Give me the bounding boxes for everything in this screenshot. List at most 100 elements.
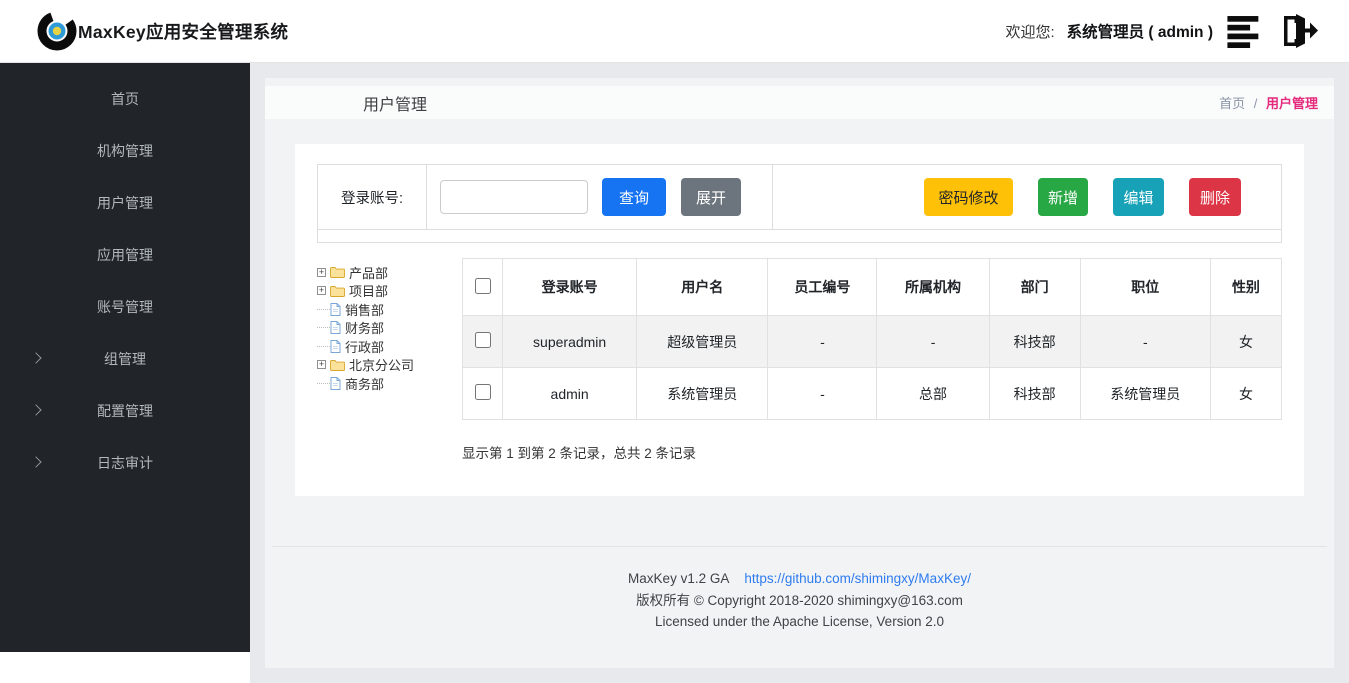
search-row: 登录账号: 查询 展开 密码修改 新增 编辑 删除 — [318, 165, 1281, 229]
plus-expander-icon[interactable] — [317, 360, 326, 369]
tree-node-admin-dept[interactable]: 行政部 — [317, 337, 462, 356]
chevron-right-icon — [30, 352, 41, 363]
main-region: 用户管理 首页 / 用户管理 登录账号: 查询 展开 密码修改 — [250, 63, 1349, 683]
plus-expander-icon[interactable] — [317, 286, 326, 295]
search-input-cell: 查询 展开 — [427, 178, 772, 216]
users-table-area: 登录账号 用户名 员工编号 所属机构 部门 职位 性别 — [462, 258, 1282, 462]
plus-expander-icon[interactable] — [317, 268, 326, 277]
search-toolbar: 登录账号: 查询 展开 密码修改 新增 编辑 删除 — [317, 164, 1282, 243]
select-all-cell — [463, 259, 503, 316]
file-icon — [330, 340, 341, 353]
login-account-input[interactable] — [440, 180, 588, 214]
footer-version-line: MaxKey v1.2 GA https://github.com/shimin… — [265, 568, 1334, 590]
edit-button[interactable]: 编辑 — [1113, 178, 1164, 216]
sidebar-item-users[interactable]: 用户管理 — [0, 177, 250, 229]
page-title: 用户管理 — [363, 91, 427, 115]
tree-connector — [317, 346, 330, 347]
tree-node-label: 商务部 — [345, 374, 384, 393]
sidebar-item-home[interactable]: 首页 — [0, 73, 250, 125]
maxkey-logo-icon — [37, 11, 77, 51]
menu-list-icon[interactable] — [1227, 15, 1267, 48]
app-title: MaxKey应用安全管理系统 — [78, 19, 288, 44]
col-organization: 所属机构 — [877, 259, 989, 316]
sidebar-item-audit[interactable]: 日志审计 — [0, 437, 250, 489]
cell-username: 系统管理员 — [637, 368, 768, 420]
breadcrumb-home-link[interactable]: 首页 — [1219, 96, 1245, 111]
tree-node-product[interactable]: 产品部 — [317, 263, 462, 282]
chevron-right-icon — [30, 404, 41, 415]
cell-position: 系统管理员 — [1080, 368, 1210, 420]
table-row[interactable]: admin 系统管理员 - 总部 科技部 系统管理员 女 — [463, 368, 1282, 420]
sidebar-item-label: 账号管理 — [97, 297, 153, 317]
cell-organization: - — [877, 316, 989, 368]
cell-username: 超级管理员 — [637, 316, 768, 368]
tree-and-table: 产品部 项目部 销售部 — [317, 258, 1282, 462]
tree-node-label: 销售部 — [345, 300, 384, 319]
page-titlebar: 用户管理 首页 / 用户管理 — [265, 86, 1334, 119]
current-user: 系统管理员 ( admin ) — [1067, 20, 1213, 42]
sidebar-item-label: 配置管理 — [97, 401, 153, 421]
sidebar-item-label: 日志审计 — [97, 453, 153, 473]
footer-version: MaxKey v1.2 GA — [628, 571, 729, 586]
tree-connector — [317, 327, 330, 328]
expand-button[interactable]: 展开 — [681, 178, 741, 216]
tree-node-label: 行政部 — [345, 337, 384, 356]
file-icon — [330, 377, 341, 390]
tree-node-beijing-branch[interactable]: 北京分公司 — [317, 356, 462, 375]
file-icon — [330, 303, 341, 316]
cell-login: admin — [503, 368, 637, 420]
folder-icon — [330, 266, 345, 278]
content-card: 登录账号: 查询 展开 密码修改 新增 编辑 删除 — [295, 144, 1304, 496]
sidebar-item-label: 应用管理 — [97, 245, 153, 265]
col-department: 部门 — [989, 259, 1080, 316]
login-account-label: 登录账号: — [318, 165, 427, 229]
users-table: 登录账号 用户名 员工编号 所属机构 部门 职位 性别 — [462, 258, 1282, 420]
cell-login: superadmin — [503, 316, 637, 368]
breadcrumb-separator: / — [1254, 96, 1258, 111]
folder-icon — [330, 285, 345, 297]
select-all-checkbox[interactable] — [475, 278, 491, 294]
sidebar: 首页 机构管理 用户管理 应用管理 账号管理 组管理 配置管理 日志审计 — [0, 63, 250, 652]
footer-license: Licensed under the Apache License, Versi… — [265, 611, 1334, 633]
welcome-label: 欢迎您: — [1005, 21, 1054, 42]
tree-node-project[interactable]: 项目部 — [317, 282, 462, 301]
tree-node-business[interactable]: 商务部 — [317, 374, 462, 393]
cell-department: 科技部 — [989, 316, 1080, 368]
col-gender: 性别 — [1210, 259, 1281, 316]
org-tree: 产品部 项目部 销售部 — [317, 258, 462, 462]
delete-button[interactable]: 删除 — [1189, 178, 1241, 216]
change-password-button[interactable]: 密码修改 — [924, 178, 1013, 216]
tree-node-label: 项目部 — [349, 281, 388, 300]
breadcrumb-current: 用户管理 — [1266, 96, 1318, 111]
tree-connector — [317, 383, 330, 384]
col-employee-no: 员工编号 — [768, 259, 877, 316]
add-button[interactable]: 新增 — [1038, 178, 1088, 216]
sidebar-item-label: 用户管理 — [97, 193, 153, 213]
tree-node-label: 财务部 — [345, 318, 384, 337]
sidebar-item-accounts[interactable]: 账号管理 — [0, 281, 250, 333]
app-header: MaxKey应用安全管理系统 欢迎您: 系统管理员 ( admin ) — [0, 0, 1349, 63]
row-checkbox[interactable] — [475, 384, 491, 400]
row-select-cell — [463, 316, 503, 368]
sidebar-item-groups[interactable]: 组管理 — [0, 333, 250, 385]
file-icon — [330, 321, 341, 334]
sidebar-item-label: 组管理 — [104, 349, 146, 369]
sidebar-item-org[interactable]: 机构管理 — [0, 125, 250, 177]
logout-icon[interactable] — [1281, 12, 1319, 50]
github-link[interactable]: https://github.com/shimingxy/MaxKey/ — [744, 571, 971, 586]
table-row[interactable]: superadmin 超级管理员 - - 科技部 - 女 — [463, 316, 1282, 368]
cell-employee-no: - — [768, 316, 877, 368]
row-select-cell — [463, 368, 503, 420]
footer-copyright: 版权所有 © Copyright 2018-2020 shimingxy@163… — [265, 590, 1334, 612]
tree-node-finance[interactable]: 财务部 — [317, 319, 462, 338]
search-collapsed-row — [318, 229, 1281, 242]
tree-node-sales[interactable]: 销售部 — [317, 300, 462, 319]
cell-employee-no: - — [768, 368, 877, 420]
query-button[interactable]: 查询 — [602, 178, 666, 216]
sidebar-item-apps[interactable]: 应用管理 — [0, 229, 250, 281]
cell-department: 科技部 — [989, 368, 1080, 420]
sidebar-item-config[interactable]: 配置管理 — [0, 385, 250, 437]
cell-gender: 女 — [1210, 316, 1281, 368]
row-checkbox[interactable] — [475, 332, 491, 348]
tree-node-label: 北京分公司 — [349, 355, 414, 374]
